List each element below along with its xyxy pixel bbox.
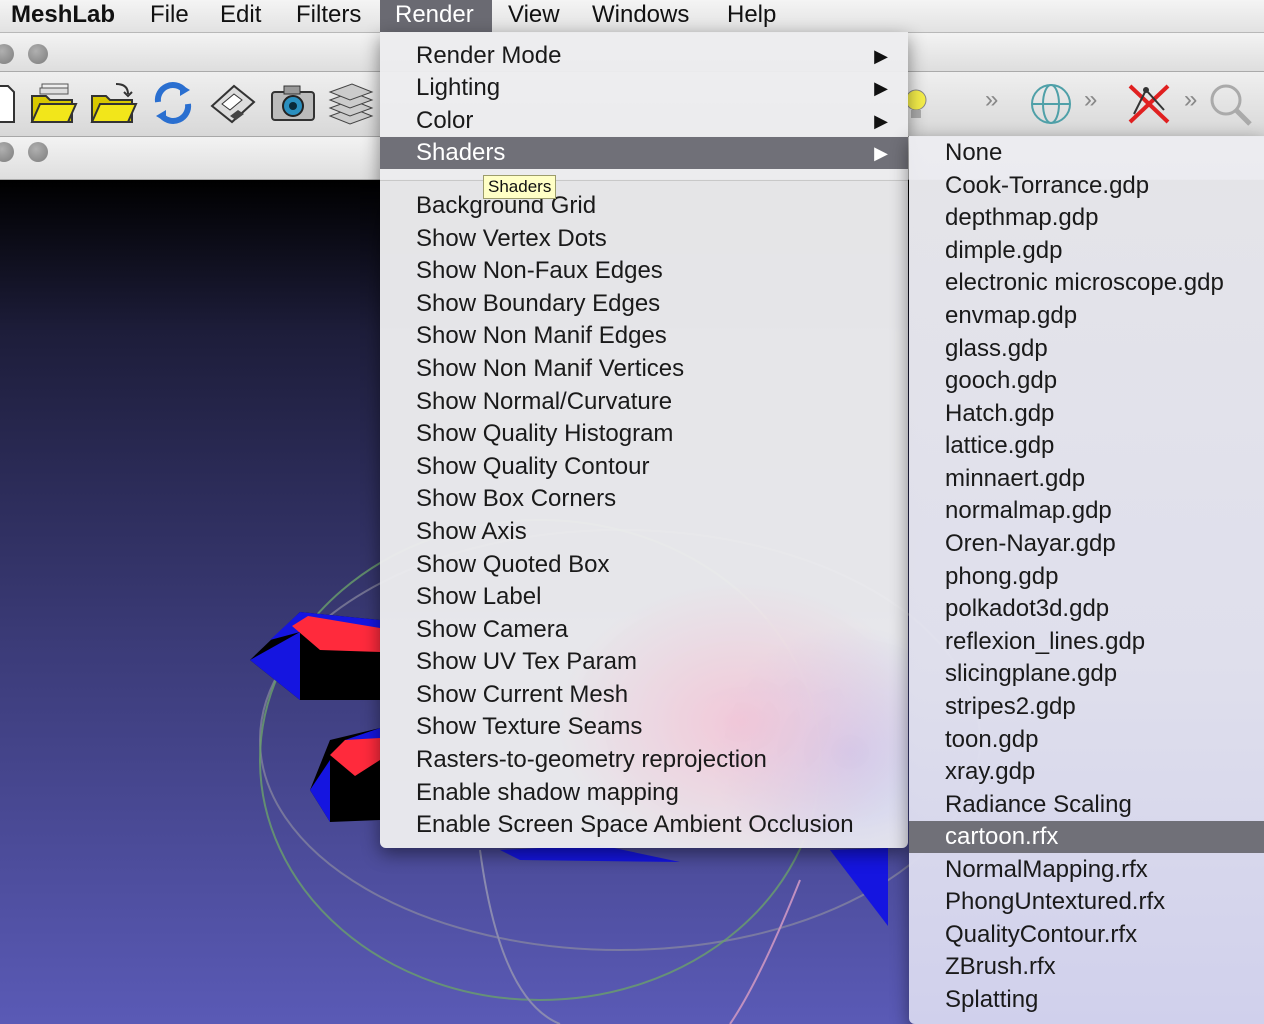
menu-file[interactable]: File — [135, 0, 204, 32]
layers-icon[interactable] — [326, 80, 376, 126]
shader-item-qualitycontour[interactable]: QualityContour.rfx — [909, 919, 1264, 951]
shader-item-hatch[interactable]: Hatch.gdp — [909, 398, 1264, 430]
shader-item-gooch[interactable]: gooch.gdp — [909, 365, 1264, 397]
shader-item-oren-nayar[interactable]: Oren-Nayar.gdp — [909, 528, 1264, 560]
menu-item-color[interactable]: Color ▶ — [380, 105, 908, 137]
submenu-arrow-icon: ▶ — [874, 111, 888, 131]
shader-item-cook-torrance[interactable]: Cook-Torrance.gdp — [909, 170, 1264, 202]
tooltip: Shaders — [483, 175, 557, 199]
shader-item-normalmap[interactable]: normalmap.gdp — [909, 495, 1264, 527]
menu-item-shaders[interactable]: Shaders ▶ — [380, 137, 908, 169]
menu-item-show-non-manif-vertices[interactable]: Show Non Manif Vertices — [380, 353, 908, 385]
menu-item-rasters-to-geometry[interactable]: Rasters-to-geometry reprojection — [380, 744, 908, 776]
shader-item-normalmapping[interactable]: NormalMapping.rfx — [909, 854, 1264, 886]
subwindow-close-button[interactable] — [0, 142, 14, 162]
open-folder-icon[interactable] — [28, 80, 78, 126]
menu-separator — [380, 180, 908, 181]
menu-item-show-texture-seams[interactable]: Show Texture Seams — [380, 711, 908, 743]
shader-item-phonguntextured[interactable]: PhongUntextured.rfx — [909, 886, 1264, 918]
shader-item-glass[interactable]: glass.gdp — [909, 333, 1264, 365]
shader-item-minnaert[interactable]: minnaert.gdp — [909, 463, 1264, 495]
menu-edit[interactable]: Edit — [205, 0, 276, 32]
shader-item-dimple[interactable]: dimple.gdp — [909, 235, 1264, 267]
menu-item-render-mode[interactable]: Render Mode ▶ — [380, 40, 908, 72]
new-document-icon[interactable] — [0, 80, 20, 126]
window-close-button[interactable] — [0, 44, 14, 64]
reload-icon[interactable] — [148, 80, 198, 126]
shaders-submenu: None Cook-Torrance.gdp depthmap.gdp dimp… — [909, 136, 1264, 1024]
shader-item-toon[interactable]: toon.gdp — [909, 724, 1264, 756]
menu-item-show-quality-histogram[interactable]: Show Quality Histogram — [380, 418, 908, 450]
overflow-chevron-icon-2[interactable]: » — [1084, 86, 1097, 114]
shader-item-stripes2[interactable]: stripes2.gdp — [909, 691, 1264, 723]
shader-item-radiance-scaling[interactable]: Radiance Scaling — [909, 789, 1264, 821]
menu-item-show-axis[interactable]: Show Axis — [380, 516, 908, 548]
shader-item-polkadot3d[interactable]: polkadot3d.gdp — [909, 593, 1264, 625]
open-project-folder-icon[interactable] — [88, 80, 138, 126]
menu-item-show-box-corners[interactable]: Show Box Corners — [380, 483, 908, 515]
menu-item-show-vertex-dots[interactable]: Show Vertex Dots — [380, 223, 908, 255]
window-minimize-button[interactable] — [28, 44, 48, 64]
shader-item-slicingplane[interactable]: slicingplane.gdp — [909, 658, 1264, 690]
overflow-chevron-icon-3[interactable]: » — [1184, 86, 1197, 114]
shader-item-none[interactable]: None — [909, 137, 1264, 169]
submenu-arrow-icon: ▶ — [874, 78, 888, 98]
render-menu: Render Mode ▶ Lighting ▶ Color ▶ Shaders ▶ B… — [380, 32, 908, 848]
magnifier-icon[interactable] — [1204, 80, 1254, 126]
menu-item-show-non-faux-edges[interactable]: Show Non-Faux Edges — [380, 255, 908, 287]
submenu-arrow-icon: ▶ — [874, 143, 888, 163]
menu-item-background-grid[interactable]: Background Grid — [380, 190, 908, 222]
shader-item-lattice[interactable]: lattice.gdp — [909, 430, 1264, 462]
menu-windows[interactable]: Windows — [577, 0, 704, 32]
shader-item-zbrush[interactable]: ZBrush.rfx — [909, 951, 1264, 983]
menu-item-enable-ssao[interactable]: Enable Screen Space Ambient Occlusion — [380, 809, 908, 841]
menu-meshlab[interactable]: MeshLab — [0, 0, 130, 32]
menu-item-lighting[interactable]: Lighting ▶ — [380, 72, 908, 104]
menu-item-show-label[interactable]: Show Label — [380, 581, 908, 613]
shader-item-depthmap[interactable]: depthmap.gdp — [909, 202, 1264, 234]
menu-item-show-current-mesh[interactable]: Show Current Mesh — [380, 679, 908, 711]
shader-item-electronic-microscope[interactable]: electronic microscope.gdp — [909, 267, 1264, 299]
shader-item-phong[interactable]: phong.gdp — [909, 561, 1264, 593]
shader-item-xray[interactable]: xray.gdp — [909, 756, 1264, 788]
menu-view[interactable]: View — [493, 0, 575, 32]
light-bulb-icon[interactable] — [902, 80, 952, 126]
submenu-arrow-icon: ▶ — [874, 46, 888, 66]
edit-points-cross-icon[interactable] — [1124, 80, 1174, 126]
menu-filters[interactable]: Filters — [281, 0, 376, 32]
menu-item-show-boundary-edges[interactable]: Show Boundary Edges — [380, 288, 908, 320]
shader-item-envmap[interactable]: envmap.gdp — [909, 300, 1264, 332]
overflow-chevron-icon[interactable]: » — [985, 86, 998, 114]
menu-item-show-normal-curvature[interactable]: Show Normal/Curvature — [380, 386, 908, 418]
menu-item-show-quality-contour[interactable]: Show Quality Contour — [380, 451, 908, 483]
snapshot-camera-icon[interactable] — [268, 80, 318, 126]
subwindow-minimize-button[interactable] — [28, 142, 48, 162]
menu-render[interactable]: Render — [380, 0, 492, 32]
save-icon[interactable] — [208, 80, 258, 126]
menu-item-show-non-manif-edges[interactable]: Show Non Manif Edges — [380, 320, 908, 352]
menu-bar: MeshLab File Edit Filters Render View Wi… — [0, 0, 1264, 33]
menu-item-show-camera[interactable]: Show Camera — [380, 614, 908, 646]
sphere-grid-icon[interactable] — [1026, 80, 1076, 126]
menu-item-enable-shadow-mapping[interactable]: Enable shadow mapping — [380, 777, 908, 809]
menu-help[interactable]: Help — [712, 0, 791, 32]
shader-item-splatting[interactable]: Splatting — [909, 984, 1264, 1016]
menu-item-show-quoted-box[interactable]: Show Quoted Box — [380, 549, 908, 581]
menu-item-show-uv-tex-param[interactable]: Show UV Tex Param — [380, 646, 908, 678]
shader-item-cartoon[interactable]: cartoon.rfx — [909, 821, 1264, 853]
shader-item-reflexion-lines[interactable]: reflexion_lines.gdp — [909, 626, 1264, 658]
